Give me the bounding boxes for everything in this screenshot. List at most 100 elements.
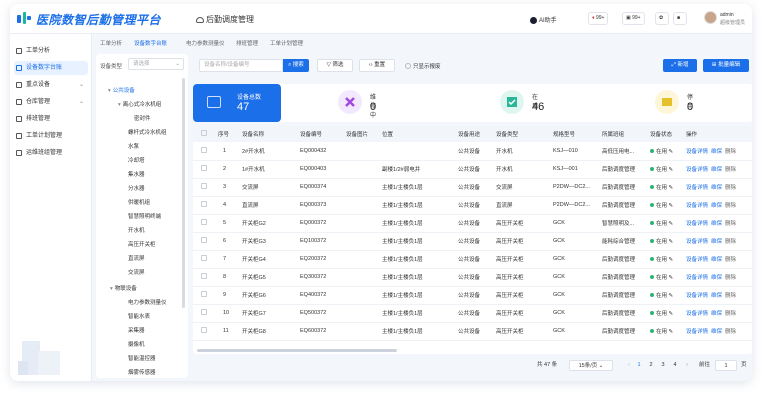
maintain-link[interactable]: 维保 [711,311,722,317]
edit-icon[interactable]: ✎ [669,203,674,209]
video-button[interactable]: ■ [673,12,687,25]
tree-scrollbar[interactable] [182,78,185,308]
edit-icon[interactable]: ✎ [669,275,674,281]
horizontal-scrollbar[interactable] [197,349,397,352]
table-row[interactable]: 9 开关柜G6 EQ400372 主楼1/主楼负1层 公共设备 高压开关柜 GCK 后勤调度管… [193,286,752,305]
tree-node[interactable]: 电力参数测量仪 [128,298,167,306]
page-4-button[interactable]: 4 [671,360,679,371]
search-input[interactable]: 设备名称/设备编号 [199,59,283,72]
tree-node[interactable]: 交流屏 [128,268,145,276]
tree-node[interactable]: 分水器 [128,184,145,192]
row-checkbox[interactable] [193,214,215,233]
tab-work-plan[interactable]: 工单计划管理 [270,39,303,47]
delete-link[interactable]: 删除 [725,329,736,335]
edit-icon[interactable]: ✎ [669,311,674,317]
edit-icon[interactable]: ✎ [669,167,674,173]
table-row[interactable]: 3 交流屏 EQ000374 主楼1/主楼负1层 公共设备 交流屏 P2DW—DC2... 后… [193,178,752,197]
row-checkbox[interactable] [193,160,215,179]
tree-node[interactable]: 智能水表 [128,312,150,320]
sidebar-item-team[interactable]: 运维班组管理 [14,146,88,160]
maintain-link[interactable]: 维保 [711,149,722,155]
row-checkbox[interactable] [193,304,215,323]
delete-link[interactable]: 删除 [725,293,736,299]
tree-node[interactable]: 水泵 [128,142,139,150]
delete-link[interactable]: 删除 [725,203,736,209]
edit-icon[interactable]: ✎ [669,329,674,335]
row-checkbox[interactable] [193,250,215,269]
show-scrapped-toggle[interactable]: 只显示报废 [405,62,441,70]
table-row[interactable]: 1 2#开水机 EQ000432 公共设备 开水机 KSJ—010 高低压用电... 在用 ✎… [193,142,752,161]
row-checkbox[interactable] [193,286,215,305]
tree-node-group[interactable]: ▾ 公共设备 [108,86,135,94]
sidebar-item-work-plan[interactable]: 工单计划管理 [14,129,88,143]
edit-icon[interactable]: ✎ [669,221,674,227]
avatar[interactable] [704,11,717,24]
delete-link[interactable]: 删除 [725,167,736,173]
device-detail-link[interactable]: 设备详情 [686,149,708,155]
device-detail-link[interactable]: 设备详情 [686,185,708,191]
settings-button[interactable]: ✿ [655,12,669,25]
table-row[interactable]: 6 开关柜G3 EQ100372 主楼1/主楼负1层 公共设备 高压开关柜 GCK 能耗综合管… [193,232,752,251]
tab-power-meter[interactable]: 电力参数测量仪 [186,39,225,47]
tree-node[interactable]: 密封件 [134,114,151,122]
tree-node[interactable]: 智慧照明终端 [128,212,161,220]
tree-node[interactable]: 直流屏 [128,254,145,262]
tree-node-group[interactable]: ▾ 物联设备 [110,284,137,292]
tab-work-order-analysis[interactable]: 工单分析 [100,39,122,47]
delete-link[interactable]: 删除 [725,275,736,281]
edit-icon[interactable]: ✎ [669,257,674,263]
tree-node[interactable]: ▾ 离心式冷水机组 [118,100,161,108]
device-detail-link[interactable]: 设备详情 [686,203,708,209]
tree-node[interactable]: 供暖机组 [128,198,150,206]
search-button[interactable]: ⌕ 搜索 [283,59,309,72]
maintain-link[interactable]: 维保 [711,185,722,191]
tree-node[interactable]: 开水机 [128,226,145,234]
edit-icon[interactable]: ✎ [669,149,674,155]
stat-total[interactable]: 设备总数 47 [193,84,281,122]
sidebar-item-schedule[interactable]: 排班管理 [14,112,88,126]
row-checkbox[interactable] [193,142,215,161]
sidebar-item-device-ledger[interactable]: 设备数字台账 [14,61,88,75]
device-detail-link[interactable]: 设备详情 [686,221,708,227]
add-button[interactable]: ⤢ 新增 [663,59,697,72]
delete-link[interactable]: 删除 [725,221,736,227]
goto-page-input[interactable]: 1 [715,360,737,371]
page-3-button[interactable]: 3 [659,360,667,371]
device-type-select[interactable]: 请选择 ⌄ [128,58,184,70]
tree-node[interactable]: 高压开关柜 [128,240,156,248]
table-row[interactable]: 2 1#开水机 EQ000403 副楼1/2#弱电井 公共设备 开水机 KSJ—001 后勤调… [193,160,752,179]
device-detail-link[interactable]: 设备详情 [686,275,708,281]
maintain-link[interactable]: 维保 [711,203,722,209]
delete-link[interactable]: 删除 [725,149,736,155]
row-checkbox[interactable] [193,196,215,215]
device-detail-link[interactable]: 设备详情 [686,311,708,317]
table-row[interactable]: 11 开关柜G8 EQ600372 主楼1/主楼负1层 公共设备 高压开关柜 GCK 后勤调度… [193,322,752,341]
maintain-link[interactable]: 维保 [711,275,722,281]
maintain-link[interactable]: 维保 [711,257,722,263]
tree-node[interactable]: 冷却塔 [128,156,145,164]
row-checkbox[interactable] [193,178,215,197]
filter-button[interactable]: ▽ 筛选 [317,59,353,72]
table-row[interactable]: 7 开关柜G4 EQ200372 主楼1/主楼负1层 公共设备 高压开关柜 GCK 后勤调度管… [193,250,752,269]
device-detail-link[interactable]: 设备详情 [686,239,708,245]
tab-device-ledger[interactable]: 设备数字台账 [134,39,167,47]
device-detail-link[interactable]: 设备详情 [686,167,708,173]
page-2-button[interactable]: 2 [647,360,655,371]
delete-link[interactable]: 删除 [725,311,736,317]
sidebar-item-warehouse[interactable]: 仓库管理 ⌄ [14,95,88,109]
module-title[interactable]: 后勤调度管理 [196,14,254,25]
table-row[interactable]: 8 开关柜G5 EQ300372 主楼1/主楼负1层 公共设备 高压开关柜 GCK 后勤调度管… [193,268,752,287]
maintain-link[interactable]: 维保 [711,329,722,335]
tree-node[interactable]: 烟雾传感器 [128,368,156,376]
delete-link[interactable]: 删除 [725,239,736,245]
batch-edit-button[interactable]: ⊞ 批量编辑 [703,59,749,72]
ai-assistant-button[interactable]: AI助手 [530,15,557,24]
alerts-button[interactable]: ♦ 99+ [588,12,609,25]
delete-link[interactable]: 删除 [725,185,736,191]
edit-icon[interactable]: ✎ [669,293,674,299]
prev-page-button[interactable]: ‹ [625,360,633,371]
page-1-button[interactable]: 1 [635,360,643,371]
edit-icon[interactable]: ✎ [669,185,674,191]
edit-icon[interactable]: ✎ [669,239,674,245]
device-detail-link[interactable]: 设备详情 [686,329,708,335]
